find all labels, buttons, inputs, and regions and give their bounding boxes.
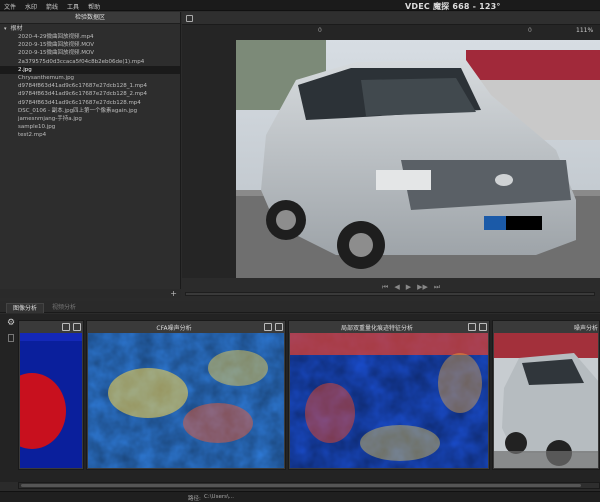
file-list-item[interactable]: DSC_0106 - 副本.jpg四上第一个像素again.jpg: [0, 107, 180, 115]
export-icon[interactable]: [73, 323, 81, 331]
analysis-card-1: [18, 320, 84, 470]
photo-display[interactable]: [236, 40, 600, 278]
analysis-image: [290, 333, 488, 468]
image-viewer: 0 0 111% ⏮ ◀ ▶ ▶▶ ⏭: [182, 12, 600, 298]
last-frame-icon[interactable]: ⏭: [434, 283, 440, 292]
file-panel-footer: +: [0, 289, 181, 298]
file-list-item[interactable]: sample10.jpg: [0, 123, 180, 131]
zoom-right-value: 0: [528, 27, 532, 34]
prev-frame-icon[interactable]: ◀: [394, 283, 399, 292]
file-list-item[interactable]: 2020-9-15微曲回放视频.MOV: [0, 41, 180, 49]
playback-bar: ⏮ ◀ ▶ ▶▶ ⏭: [182, 278, 600, 298]
document-icon[interactable]: [8, 334, 14, 342]
card-title: 局部双重量化痕迹特征分析: [340, 325, 413, 332]
file-list-item[interactable]: d9784f863d41ad9c6c17687e27dcb128.mp4: [0, 99, 180, 107]
menu-watermark[interactable]: 水印: [25, 2, 37, 11]
status-label: 路径:: [188, 496, 201, 502]
next-frame-icon[interactable]: ▶▶: [417, 283, 428, 292]
analysis-image: [88, 333, 284, 468]
card-header: [19, 321, 83, 333]
gear-icon[interactable]: ⚙: [7, 318, 15, 328]
analysis-card-dq: 局部双重量化痕迹特征分析: [288, 320, 490, 470]
zoom-left-value: 0: [318, 27, 322, 34]
card-header: 噪声分析: [493, 321, 599, 333]
analysis-card-cfa: CFA噪声分析: [86, 320, 286, 470]
viewer-toolbar: [182, 12, 600, 25]
file-list-item[interactable]: 2020-9-15微曲回放视频.MOV: [0, 49, 180, 57]
analysis-tabs: 图像分析 视频分析: [0, 301, 600, 313]
progress-bar[interactable]: [185, 292, 595, 296]
analysis-image: [494, 333, 598, 468]
tree-root-label: 根材: [10, 25, 23, 32]
card-header: 局部双重量化痕迹特征分析: [289, 321, 489, 333]
save-icon[interactable]: [62, 323, 70, 331]
app-title: VDEC 魔探 668 - 123°: [405, 2, 501, 11]
first-frame-icon[interactable]: ⏮: [382, 283, 388, 292]
analysis-card-noise: 噪声分析: [492, 320, 600, 470]
card-icons: [468, 323, 487, 331]
file-list-item[interactable]: 2.jpg: [0, 65, 180, 74]
menu-bar: 文件 水印 箭线 工具 帮助: [4, 2, 100, 11]
play-icon[interactable]: ▶: [406, 283, 411, 292]
file-list-item[interactable]: 2020-4-29微曲回放视频.mp4: [0, 33, 180, 41]
zoom-level[interactable]: 111%: [576, 27, 593, 34]
file-list-item[interactable]: 2a379575d0d3ccaca5f04c8b2eb06de(1).mp4: [0, 58, 180, 66]
add-file-button[interactable]: +: [170, 289, 177, 298]
zoom-row: 0 0 111%: [236, 27, 600, 37]
card-header: CFA噪声分析: [87, 321, 285, 333]
file-list-item[interactable]: d9784f863d41ad9c6c17687e27dcb128_1.mp4: [0, 82, 180, 90]
expand-triangle-icon[interactable]: ▾: [4, 25, 7, 34]
status-value: C:\Users\...: [204, 494, 235, 500]
menu-file[interactable]: 文件: [4, 2, 16, 11]
file-panel-header: 检验数据区: [0, 12, 180, 24]
save-icon[interactable]: [264, 323, 272, 331]
analysis-image: [20, 333, 82, 468]
file-list-item[interactable]: test2.mp4: [0, 131, 180, 139]
save-icon[interactable]: [186, 15, 193, 22]
analysis-panel: ⚙ CFA噪声分析 局部双重量化痕迹特征分析 噪声分析: [0, 314, 600, 482]
heatmap-dq: [290, 333, 488, 468]
file-list-item[interactable]: jamesnmjang-手持a.jpg: [0, 115, 180, 123]
horizontal-scrollbar[interactable]: [18, 482, 600, 489]
tree-root[interactable]: ▾ 根材: [0, 24, 180, 33]
playback-controls: ⏮ ◀ ▶ ▶▶ ⏭: [382, 283, 440, 292]
file-list-item[interactable]: Chrysanthemum.jpg: [0, 74, 180, 82]
export-icon[interactable]: [275, 323, 283, 331]
card-title: 噪声分析: [573, 325, 598, 332]
file-panel: 检验数据区 ▾ 根材 2020-4-29微曲回放视频.mp4 2020-9-15微…: [0, 12, 181, 298]
card-icons: [264, 323, 283, 331]
file-list: 2020-4-29微曲回放视频.mp4 2020-9-15微曲回放视频.MOV 20…: [0, 33, 180, 139]
status-bar: 路径: C:\Users\...: [0, 491, 600, 502]
menu-help[interactable]: 帮助: [88, 2, 100, 11]
tab-image-analysis[interactable]: 图像分析: [6, 303, 45, 313]
card-icons: [62, 323, 81, 331]
title-bar: 文件 水印 箭线 工具 帮助 VDEC 魔探 668 - 123°: [0, 0, 600, 11]
heatmap-cfa: [88, 333, 284, 468]
bluemap-image: [20, 333, 82, 468]
car-thumbnail: [494, 333, 598, 468]
menu-edit[interactable]: 箭线: [46, 2, 58, 11]
menu-tools[interactable]: 工具: [67, 2, 79, 11]
car-photo: [236, 40, 600, 278]
save-icon[interactable]: [468, 323, 476, 331]
card-title: CFA噪声分析: [156, 325, 192, 332]
export-icon[interactable]: [479, 323, 487, 331]
scrollbar-thumb[interactable]: [21, 484, 581, 487]
tab-video-analysis[interactable]: 视频分析: [46, 303, 82, 313]
file-list-item[interactable]: d9784f863d41ad9c6c17687e27dcb128_2.mp4: [0, 90, 180, 98]
